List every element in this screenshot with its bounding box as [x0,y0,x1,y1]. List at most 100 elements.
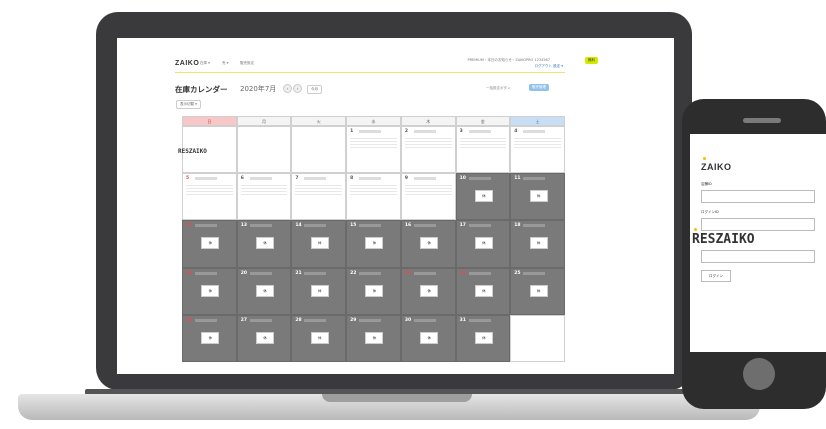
calendar-day-2[interactable]: 2 [400,126,456,174]
day-status-bar [523,271,546,275]
header-info: PREMIUM・本日のお知らせ・ZAIKOPRO 1234567 [467,58,551,62]
closed-note: 休 [420,331,439,344]
calendar-day-19[interactable]: 19 休 [182,267,237,315]
day-number: 5 [186,176,190,182]
day-status-bar [304,177,327,181]
calendar-day-26[interactable]: 26 休 [182,314,237,362]
day-number: 17 [459,223,466,229]
day-status-bar [413,224,436,228]
calendar-day-27[interactable]: 27 休 [236,314,292,362]
calendar-empty-cell [236,126,292,174]
day-status-bar [413,130,436,133]
day-number: 30 [404,317,412,323]
calendar-day-17[interactable]: 17 休 [455,220,511,268]
calendar-day-4[interactable]: 4 [510,126,565,174]
nav-stock[interactable]: 在庫 ▾ [200,61,210,66]
weekday-header: 土 [510,116,565,126]
calendar-day-16[interactable]: 16 休 [400,220,456,268]
closed-note: 休 [201,331,220,344]
closed-note: 休 [310,237,329,250]
phone-home-button[interactable] [743,358,775,390]
day-number: 20 [240,270,247,276]
calendar-day-23[interactable]: 23 休 [400,267,456,315]
day-number: 11 [514,176,521,182]
calendar-day-13[interactable]: 13 休 [236,220,292,268]
day-status-bar [359,130,382,133]
app-logo[interactable]: ZAIKO [175,60,199,67]
closed-note: 休 [201,284,220,297]
calendar-empty-cell [510,314,565,362]
closed-note: 休 [420,284,439,297]
bulk-settings-link[interactable]: 一括設定ボタン [483,85,514,92]
next-month-button[interactable]: › [293,84,302,93]
calendar-day-31[interactable]: 31 休 [455,314,511,362]
header-account[interactable]: ログアウト 設定 ▾ [500,64,563,69]
calendar-day-9[interactable]: 9 [400,173,456,221]
calendar-day-15[interactable]: 15 休 [346,220,401,268]
closed-note: 休 [310,331,329,344]
day-number: 16 [404,223,412,229]
calendar-day-10[interactable]: 10 休 [455,173,511,221]
shop-id-input[interactable] [701,190,815,203]
calendar-day-29[interactable]: 29 休 [346,314,401,362]
nav-sales[interactable]: 売 ▾ [222,61,228,66]
calendar-day-21[interactable]: 21 休 [291,267,347,315]
shop-id-label: 店舗ID [701,182,712,186]
calendar-day-18[interactable]: 18 休 [510,220,565,268]
login-id-input[interactable] [701,218,815,231]
filter-select[interactable]: 表示切替 ▾ [176,100,201,109]
stock-lines [404,185,452,196]
calendar-day-25[interactable]: 25 休 [510,267,565,315]
calendar-day-11[interactable]: 11 休 [510,173,565,221]
calendar-day-14[interactable]: 14 休 [291,220,347,268]
calendar-day-20[interactable]: 20 休 [236,267,292,315]
day-number: 1 [350,129,354,134]
calendar-day-28[interactable]: 28 休 [291,314,347,362]
today-button[interactable]: 今月 [307,85,322,94]
header-divider [175,72,565,73]
day-number: 7 [295,176,299,182]
day-number: 25 [514,270,521,276]
day-number: 26 [186,317,193,323]
calendar-day-8[interactable]: 8 [346,173,401,221]
nav-settings[interactable]: 販売設定 [240,61,254,66]
login-button[interactable]: ログイン [701,270,731,282]
calendar-day-6[interactable]: 6 [236,173,292,221]
prev-month-button[interactable]: ‹ [283,84,292,93]
day-status-bar [195,318,217,322]
calendar-day-22[interactable]: 22 休 [346,267,401,315]
closed-note: 休 [474,331,493,344]
plan-badge: 無料 [585,57,598,64]
calendar-day-30[interactable]: 30 休 [400,314,456,362]
day-status-bar [523,224,546,228]
day-number: 31 [459,317,466,323]
weekday-header: 月 [236,116,292,126]
weekday-header: 火 [291,116,347,126]
day-number: 28 [295,317,302,323]
day-number: 12 [186,223,193,229]
laptop-hinge [322,394,472,402]
closed-note: 休 [256,331,275,344]
calendar-day-7[interactable]: 7 [291,173,347,221]
weekday-header: 日 [182,116,237,126]
day-status-bar [523,177,546,181]
calendar-day-12[interactable]: 12 休 [182,220,237,268]
day-number: 15 [350,223,357,229]
day-number: 2 [404,129,408,134]
stock-lines [350,185,397,196]
calendar-day-3[interactable]: 3 [455,126,511,174]
calendar-day-5[interactable]: 5 [182,173,237,221]
month-label: 2020年7月 [240,85,277,93]
calendar-day-24[interactable]: 24 休 [455,267,511,315]
calendar-day-1[interactable]: 1 [346,126,401,174]
password-input[interactable] [701,250,815,263]
closed-note: 休 [365,331,384,344]
stock-lines [514,138,561,148]
day-status-bar [468,177,491,181]
day-status-bar [249,318,272,322]
stock-lines [350,138,397,148]
phone-overlay-dot [694,228,697,231]
sales-manage-button[interactable]: 販売管理 [529,84,549,91]
day-number: 18 [514,223,521,229]
weekday-header: 水 [346,116,401,126]
